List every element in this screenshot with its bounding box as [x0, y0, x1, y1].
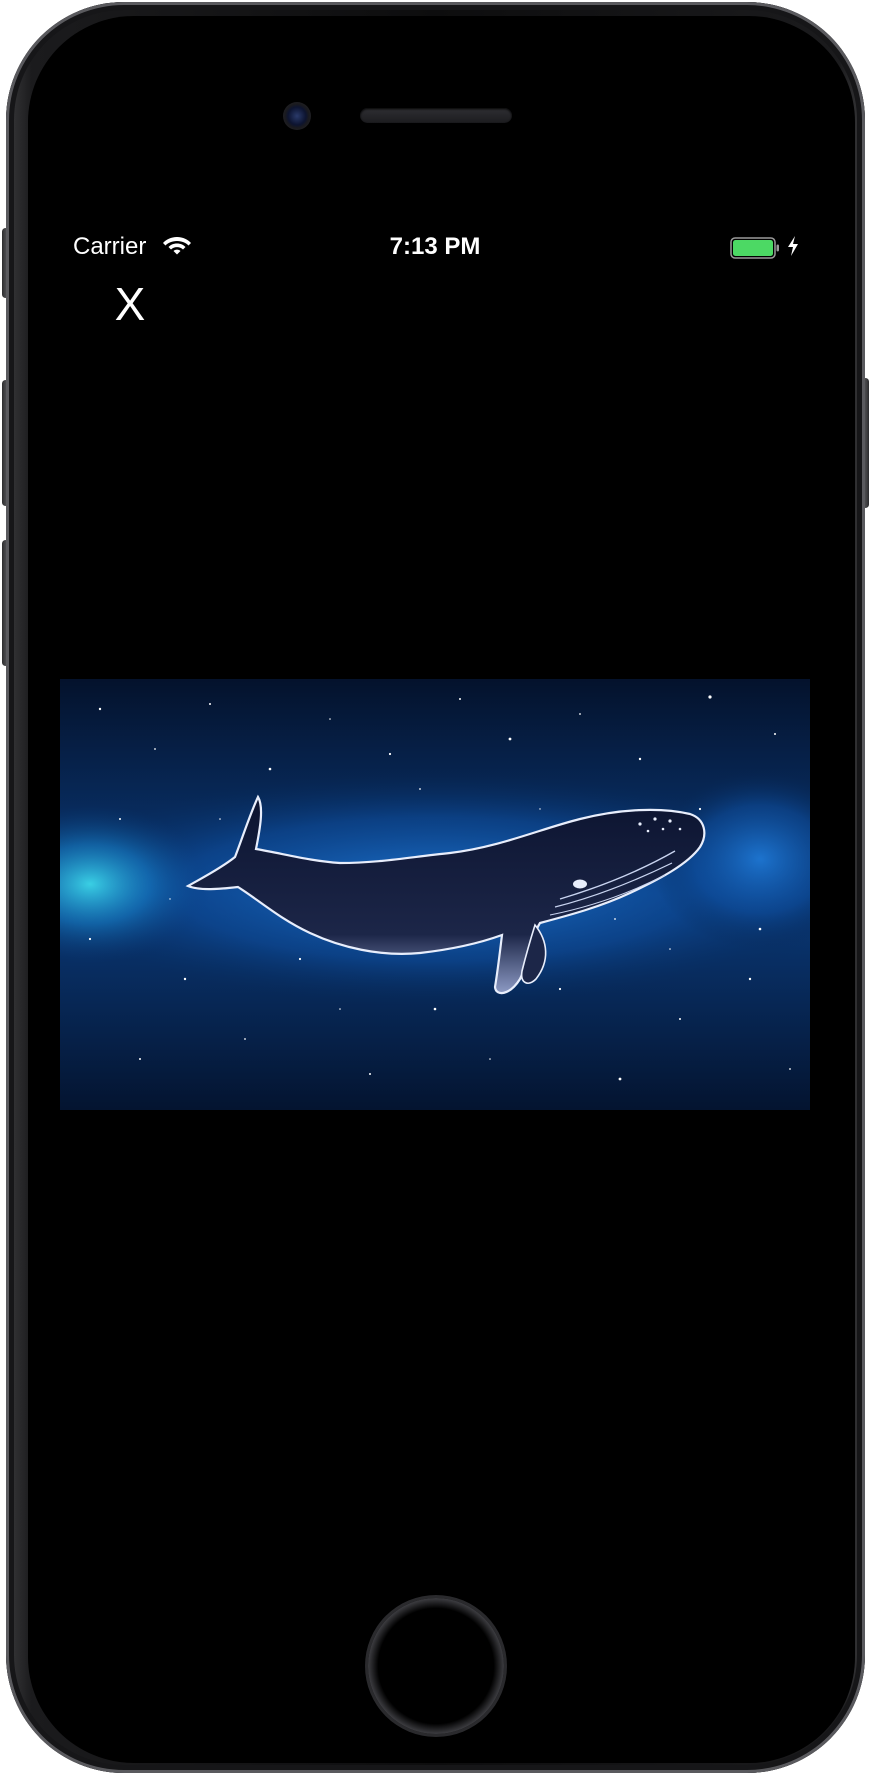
app-screen: Carrier 7:13 PM X: [60, 216, 810, 1550]
charging-bolt-icon: [788, 236, 798, 256]
earpiece-speaker: [360, 108, 512, 123]
status-bar: Carrier 7:13 PM: [60, 216, 810, 276]
battery-full-icon: [730, 237, 779, 259]
phone-device: Carrier 7:13 PM X: [0, 0, 871, 1777]
whale-in-galaxy-image: [60, 679, 810, 1110]
home-button[interactable]: [368, 1598, 504, 1734]
close-button[interactable]: X: [105, 276, 155, 332]
status-time: 7:13 PM: [389, 233, 481, 260]
front-camera: [283, 102, 311, 130]
